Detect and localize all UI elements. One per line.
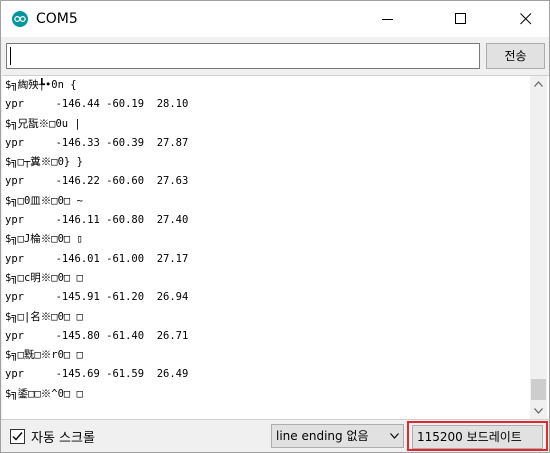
- output-line: $╗□|名※□0□ □: [5, 310, 83, 323]
- autoscroll-checkbox[interactable]: [10, 429, 25, 444]
- output-line: ypr -145.80 -61.40 26.71: [5, 329, 189, 342]
- autoscroll-option[interactable]: 자동 스크롤: [10, 428, 95, 446]
- serial-input[interactable]: [6, 43, 480, 69]
- output-line: $╗鋈□□※^0□ □: [5, 387, 83, 400]
- minimize-button[interactable]: [365, 1, 411, 37]
- maximize-button[interactable]: [438, 1, 484, 37]
- status-bar: 자동 스크롤 line ending 없음 115200 보드레이트: [1, 419, 549, 452]
- output-line: ypr -146.44 -60.19 28.10: [5, 98, 189, 111]
- output-line: $╗□┬糞※□0} }: [5, 156, 83, 169]
- window-title: COM5: [36, 11, 78, 27]
- send-button[interactable]: 전송: [486, 43, 545, 69]
- line-ending-select[interactable]: line ending 없음: [271, 424, 404, 448]
- output-line: ypr -146.11 -60.80 27.40: [5, 214, 189, 227]
- output-line: ypr -146.33 -60.39 27.87: [5, 136, 189, 149]
- serial-output[interactable]: $╗綯殃╄•0n { ypr -146.44 -60.19 28.10 $╗兄翫…: [2, 75, 549, 419]
- scroll-thumb[interactable]: [531, 379, 546, 400]
- maximize-icon: [455, 13, 466, 24]
- baud-rate-select[interactable]: 115200 보드레이트: [412, 425, 543, 449]
- checkmark-icon: [12, 432, 23, 441]
- baud-rate-value: 115200 보드레이트: [417, 430, 522, 444]
- output-line: ypr -146.01 -61.00 27.17: [5, 252, 189, 265]
- title-bar: COM5: [1, 1, 549, 37]
- chevron-down-icon: [390, 433, 399, 439]
- output-line: $╗□0皿※□0□ ~: [5, 194, 83, 207]
- autoscroll-label: 자동 스크롤: [31, 431, 95, 446]
- scroll-down-button[interactable]: [530, 403, 547, 419]
- scroll-up-button[interactable]: [530, 76, 547, 93]
- arduino-icon: [12, 11, 28, 27]
- minimize-icon: [382, 19, 393, 20]
- output-line: $╗□c明※□0□ □: [5, 271, 83, 284]
- output-line: $╗□黖□※r0□ □: [5, 349, 83, 362]
- line-ending-value: line ending 없음: [276, 429, 369, 443]
- send-row: 전송: [1, 37, 549, 75]
- output-line: $╗綯殃╄•0n {: [5, 79, 77, 91]
- close-icon: [520, 13, 532, 25]
- serial-monitor-window: COM5 전송 $╗綯殃╄•0n { ypr -146.44 -60.19 28…: [0, 0, 550, 453]
- text-caret: [10, 47, 11, 65]
- vertical-scrollbar[interactable]: [530, 76, 547, 419]
- output-line: ypr -145.91 -61.20 26.94: [5, 291, 189, 304]
- output-line: ypr -146.22 -60.60 27.63: [5, 175, 189, 188]
- chevron-up-icon: [534, 81, 543, 87]
- close-button[interactable]: [503, 1, 549, 37]
- output-line: $╗兄翫※□0u |: [5, 117, 81, 130]
- baud-rate-highlight: 115200 보드레이트: [407, 421, 548, 451]
- output-lines: $╗綯殃╄•0n { ypr -146.44 -60.19 28.10 $╗兄翫…: [5, 76, 525, 404]
- chevron-down-icon: [534, 408, 543, 414]
- output-line: $╗□J棆※□0□ ▯: [5, 233, 83, 246]
- output-line: ypr -145.69 -61.59 26.49: [5, 368, 189, 381]
